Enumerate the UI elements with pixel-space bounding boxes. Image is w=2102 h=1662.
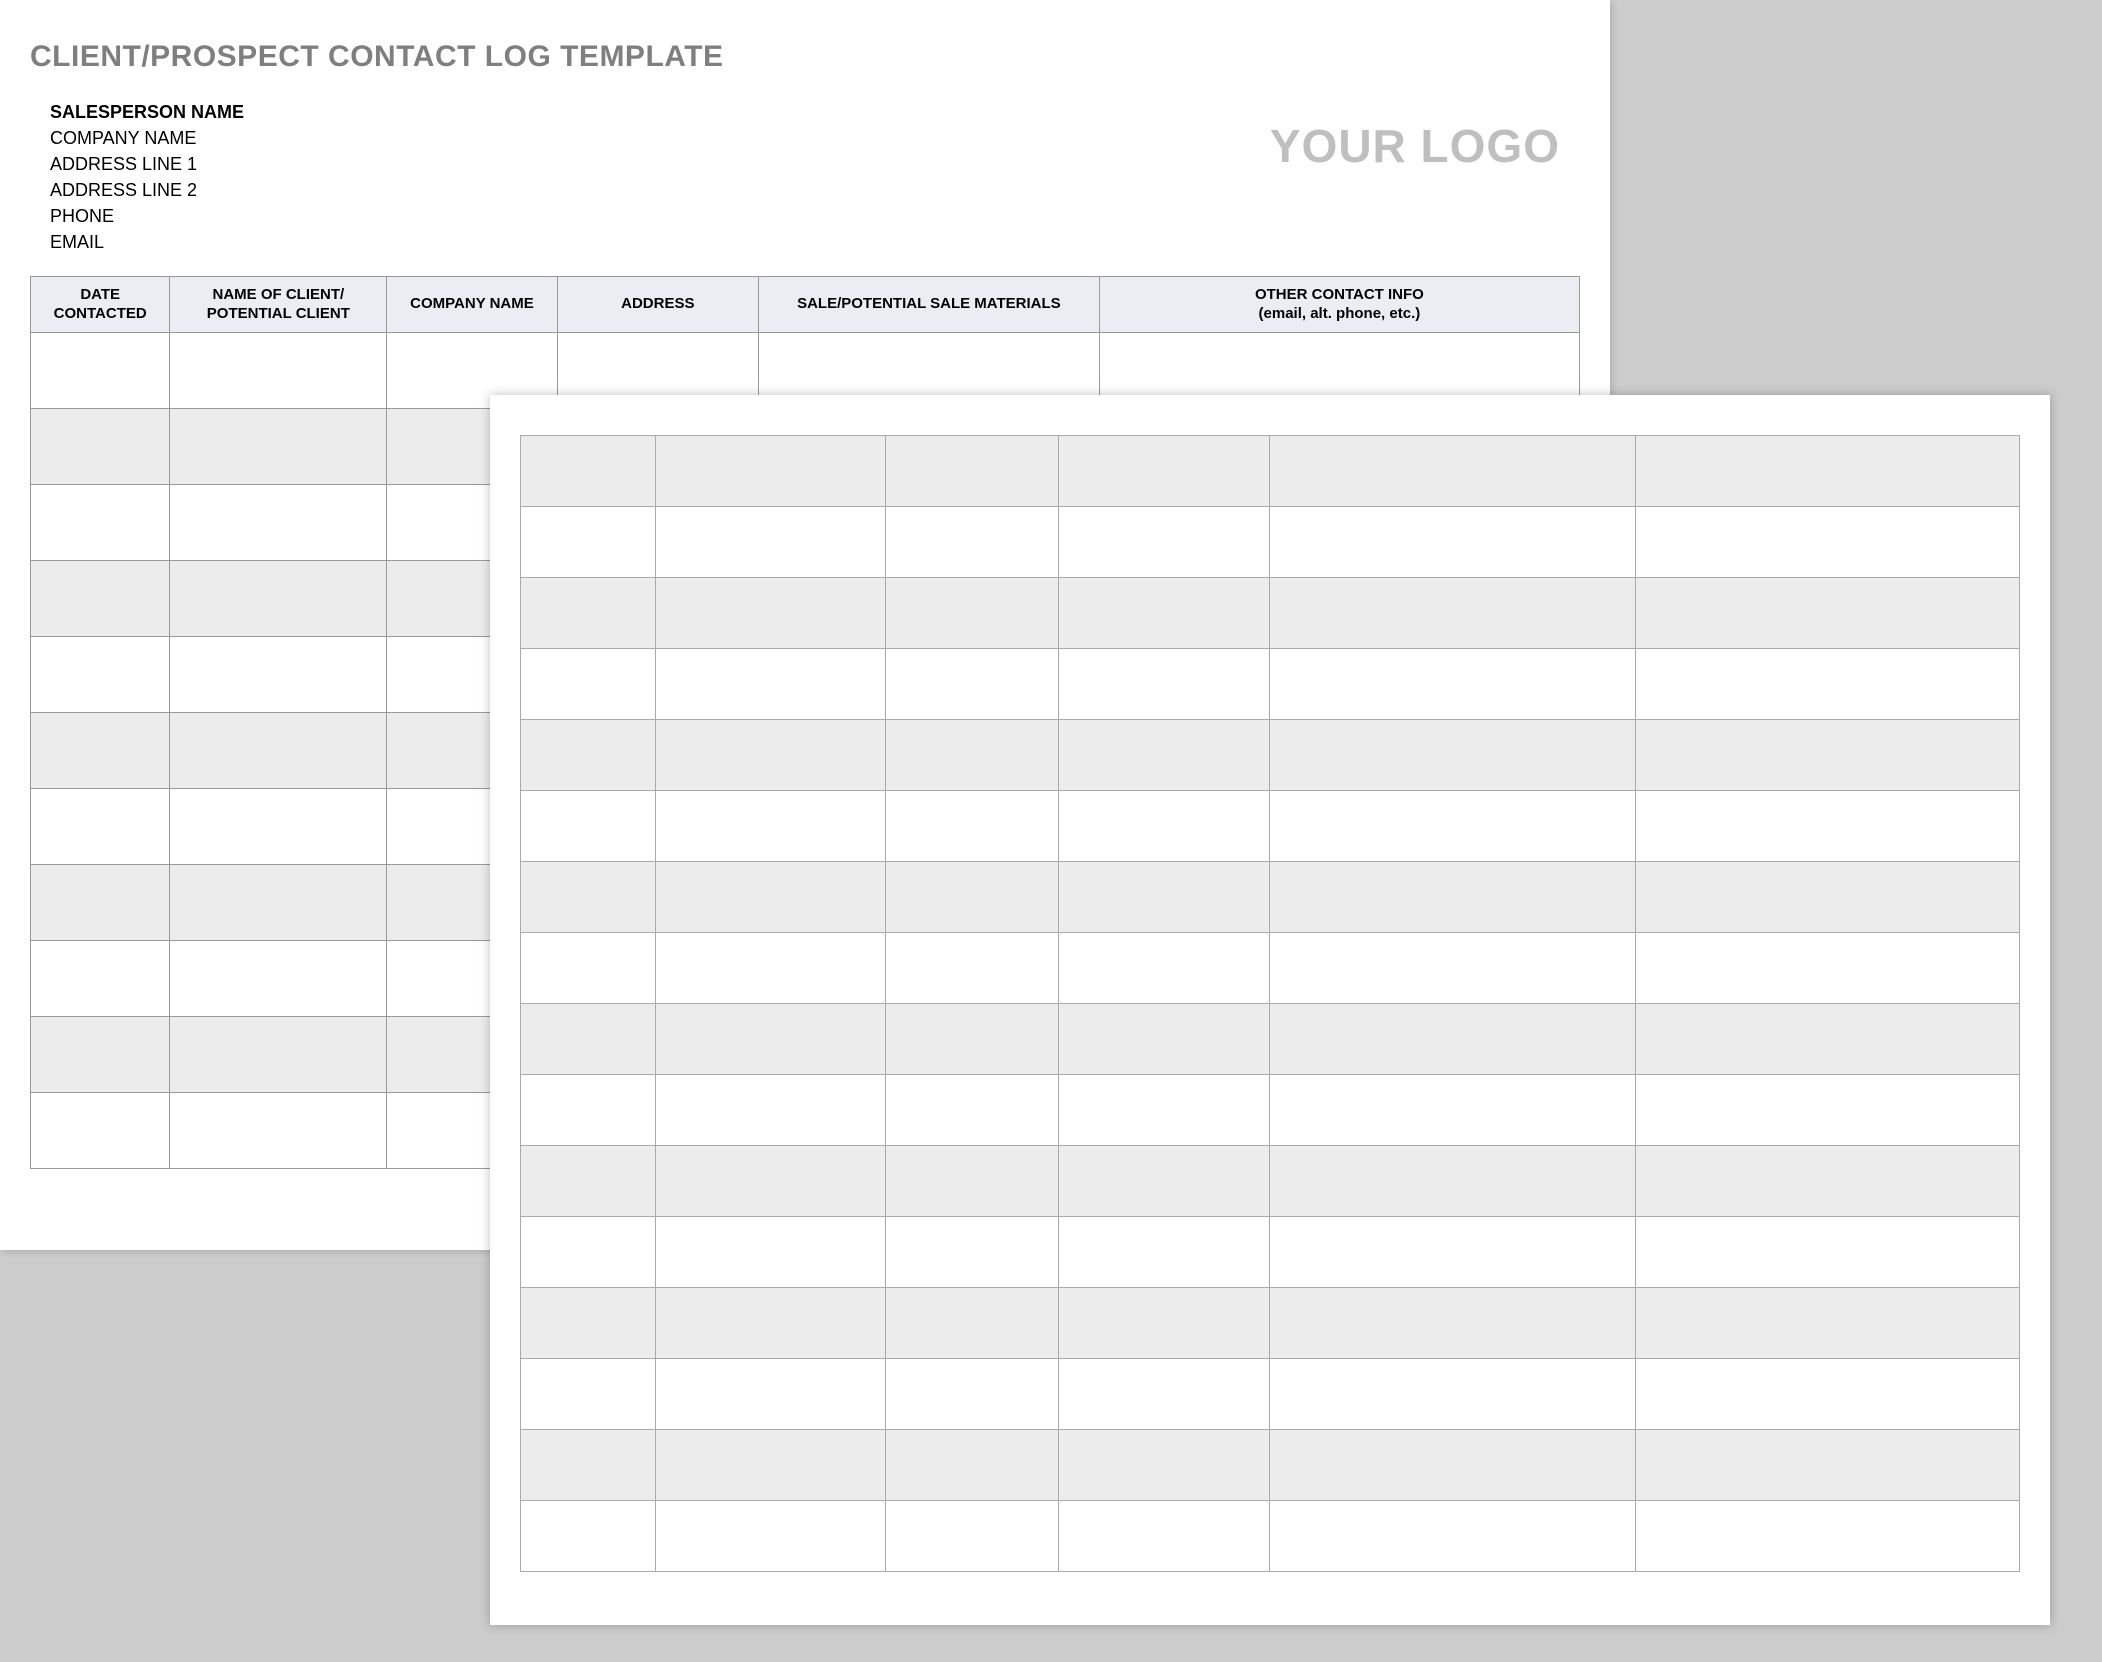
header-other-line2: (email, alt. phone, etc.) (1259, 305, 1421, 322)
header-sale: SALE/POTENTIAL SALE MATERIALS (759, 276, 1100, 332)
table-row (521, 1146, 2020, 1217)
header-other: OTHER CONTACT INFO (email, alt. phone, e… (1099, 276, 1579, 332)
table-row (521, 1217, 2020, 1288)
salesperson-address2: ADDRESS LINE 2 (50, 177, 244, 203)
table-row (521, 1359, 2020, 1430)
table-row (521, 862, 2020, 933)
header-client: NAME OF CLIENT/ POTENTIAL CLIENT (170, 276, 387, 332)
table-row (521, 436, 2020, 507)
table-row (521, 1288, 2020, 1359)
header-date: DATE CONTACTED (31, 276, 170, 332)
table-row (521, 1004, 2020, 1075)
logo-placeholder: YOUR LOGO (1270, 119, 1560, 173)
table-row (521, 1501, 2020, 1572)
table-row (521, 507, 2020, 578)
table-row (521, 1075, 2020, 1146)
salesperson-phone: PHONE (50, 203, 244, 229)
table-row (521, 933, 2020, 1004)
table-row (521, 791, 2020, 862)
header-row: SALESPERSON NAME COMPANY NAME ADDRESS LI… (30, 99, 1580, 256)
header-other-line1: OTHER CONTACT INFO (1255, 286, 1424, 303)
salesperson-name-label: SALESPERSON NAME (50, 99, 244, 125)
document-page-2 (490, 395, 2050, 1625)
salesperson-block: SALESPERSON NAME COMPANY NAME ADDRESS LI… (50, 99, 244, 256)
table-row (521, 1430, 2020, 1501)
header-address: ADDRESS (557, 276, 758, 332)
salesperson-email: EMAIL (50, 229, 244, 255)
header-company: COMPANY NAME (387, 276, 557, 332)
table-row (521, 578, 2020, 649)
page-title: CLIENT/PROSPECT CONTACT LOG TEMPLATE (30, 40, 1580, 74)
salesperson-address1: ADDRESS LINE 1 (50, 151, 244, 177)
table-header-row: DATE CONTACTED NAME OF CLIENT/ POTENTIAL… (31, 276, 1580, 332)
table-row (521, 649, 2020, 720)
continuation-table (520, 435, 2020, 1572)
table-row (521, 720, 2020, 791)
salesperson-company: COMPANY NAME (50, 125, 244, 151)
